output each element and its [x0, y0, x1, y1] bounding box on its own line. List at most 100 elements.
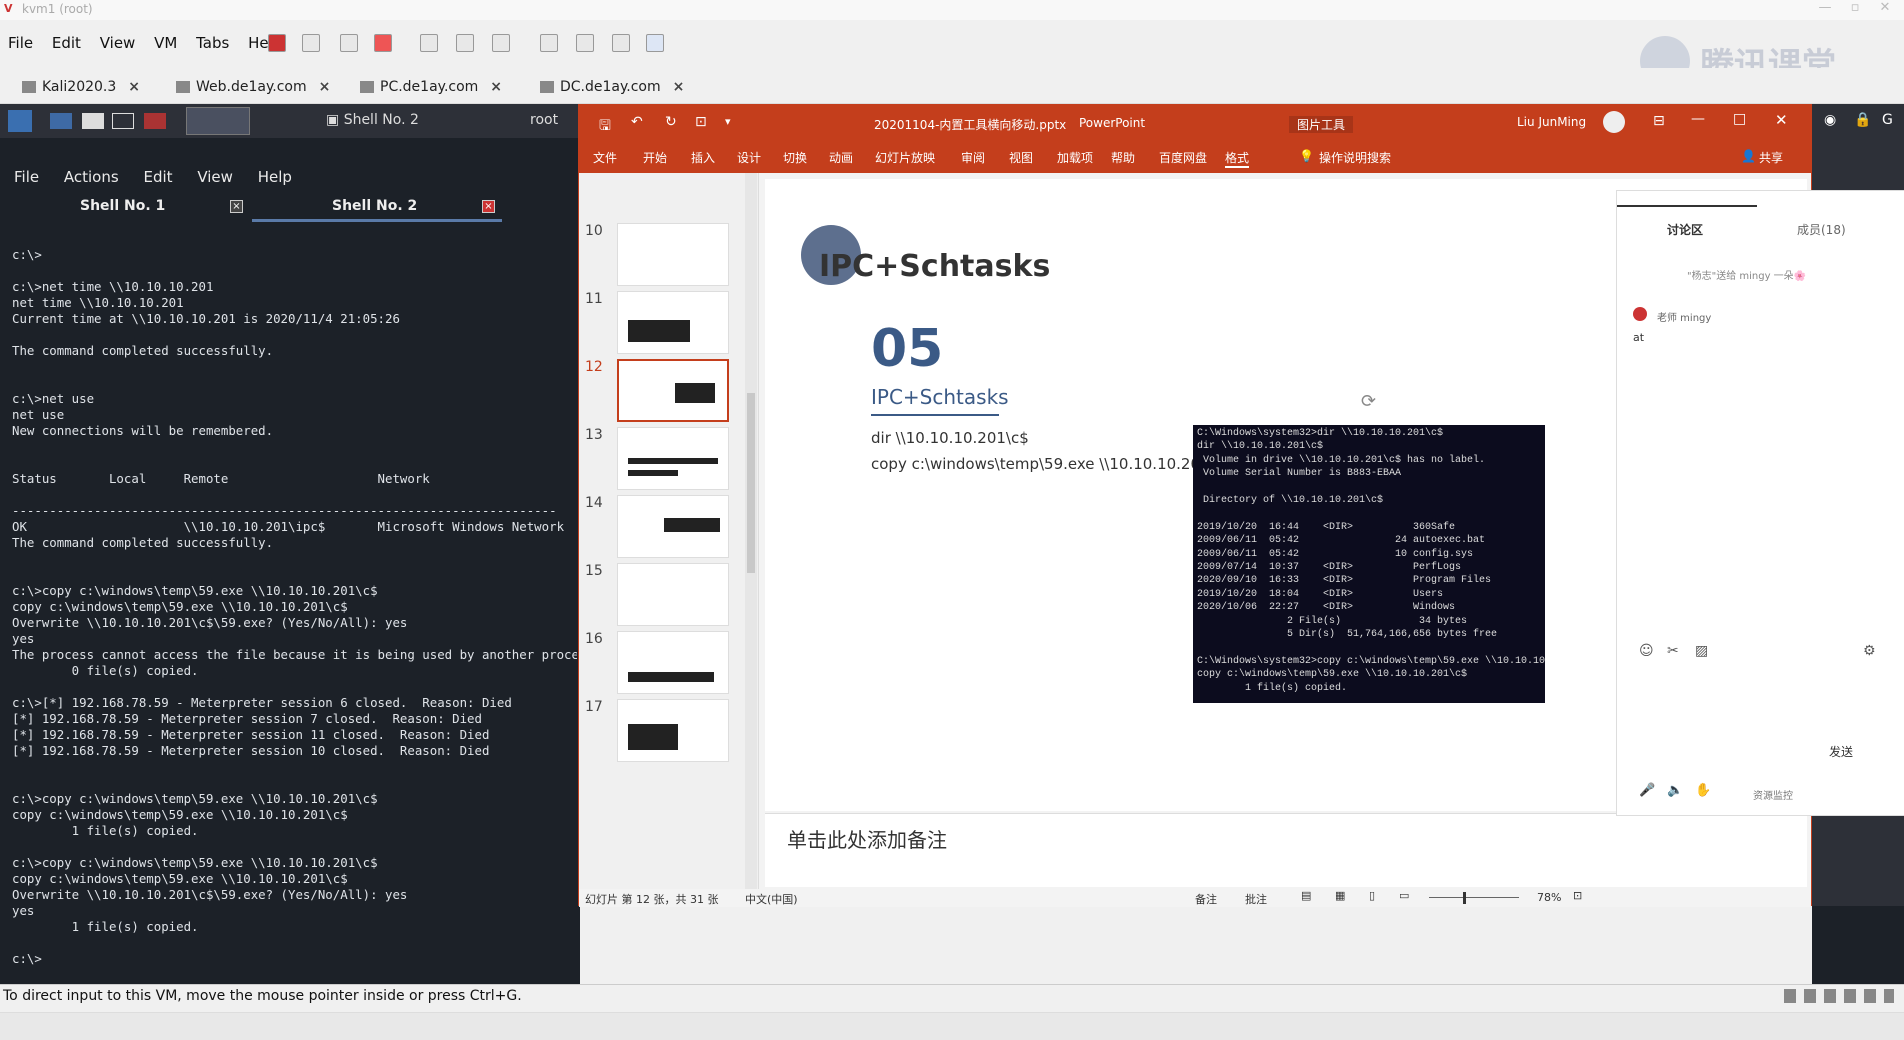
ribbon-tab-view[interactable]: 视图 [1009, 149, 1033, 166]
speaker-icon[interactable]: 🔈 [1667, 783, 1683, 798]
panel-window-title[interactable]: ▣ Shell No. 2 [326, 112, 419, 128]
workspace-icon[interactable] [112, 113, 134, 129]
ribbon-tab-transitions[interactable]: 切换 [783, 149, 807, 166]
notes-toggle[interactable]: 备注 [1195, 891, 1217, 907]
send-button[interactable]: 发送 [1829, 743, 1853, 760]
slide-thumbnail-selected[interactable] [617, 359, 729, 422]
panel-root-title[interactable]: root [530, 112, 558, 128]
settings-icon[interactable] [492, 34, 510, 52]
close-tab-icon[interactable]: × [490, 79, 502, 95]
terminal-menu-view[interactable]: View [197, 168, 233, 186]
network-icon[interactable]: ◉ [1824, 112, 1836, 128]
close-tab-icon[interactable]: × [128, 79, 140, 95]
vm-tab-web[interactable]: Web.de1ay.com × [176, 76, 330, 98]
app-icon[interactable] [144, 113, 166, 129]
tab-shell-1[interactable]: Shell No. 1 [80, 198, 165, 214]
menu-view[interactable]: View [100, 28, 136, 58]
fit-slide-icon[interactable]: ⊡ [1573, 889, 1582, 902]
zoom-slider[interactable] [1429, 897, 1519, 898]
lock-icon[interactable]: 🔒 [1854, 112, 1871, 128]
slideshow-icon[interactable]: ⊡ [695, 114, 707, 130]
menu-tabs[interactable]: Tabs [196, 28, 229, 58]
ribbon-tab-addins[interactable]: 加载项 [1057, 149, 1093, 166]
undo-icon[interactable]: ↶ [631, 114, 643, 130]
fullscreen-icon[interactable] [612, 34, 630, 52]
menu-edit[interactable]: Edit [52, 28, 81, 58]
tab-discussion[interactable]: 讨论区 [1667, 221, 1703, 238]
terminal-menu-edit[interactable]: Edit [143, 168, 172, 186]
snapshot-icon[interactable] [420, 34, 438, 52]
thumbnail-icon[interactable] [576, 34, 594, 52]
vm-tab-dc[interactable]: DC.de1ay.com × [540, 76, 684, 98]
ribbon-tab-review[interactable]: 审阅 [961, 149, 985, 166]
menu-vm[interactable]: VM [154, 28, 177, 58]
slideshow-view-icon[interactable]: ▭ [1399, 889, 1409, 902]
ribbon-display-icon[interactable]: ⊟ [1653, 113, 1665, 129]
settings-icon[interactable]: ⚙ [1863, 643, 1876, 659]
terminal-menu-file[interactable]: File [14, 168, 39, 186]
suspend-icon[interactable] [302, 34, 320, 52]
slide-thumbnail[interactable] [617, 427, 729, 490]
terminal-launcher-icon[interactable] [82, 113, 104, 129]
hand-icon[interactable]: ✋ [1695, 783, 1711, 798]
customize-qat-icon[interactable]: ▾ [725, 115, 731, 128]
mic-icon[interactable]: 🎤 [1639, 783, 1655, 798]
notes-pane[interactable]: 单击此处添加备注 [765, 813, 1807, 887]
tell-me-search[interactable]: 操作说明搜索 [1319, 149, 1391, 166]
share-button[interactable]: 共享 [1759, 149, 1783, 166]
cmd-screenshot-image[interactable]: C:\Windows\system32>dir \\10.10.10.201\c… [1193, 425, 1545, 703]
minimize-icon[interactable]: — [1691, 111, 1705, 127]
restore-icon[interactable]: □ [1733, 111, 1746, 127]
slide-section-number[interactable]: 05 [871, 319, 943, 379]
ppt-username[interactable]: Liu JunMing [1517, 115, 1586, 129]
image-icon[interactable]: ▨ [1695, 643, 1708, 659]
close-tab-icon[interactable]: × [319, 79, 331, 95]
terminal-menu-actions[interactable]: Actions [64, 168, 119, 186]
zoom-slider-thumb[interactable] [1463, 892, 1466, 904]
dropdown-icon[interactable] [340, 34, 358, 52]
close-shell-1-icon[interactable]: × [230, 200, 243, 213]
slide-thumbnail[interactable] [617, 631, 729, 694]
rotate-handle-icon[interactable]: ⟳ [1361, 391, 1376, 412]
terminal-output[interactable]: c:\> c:\>net time \\10.10.10.201 net tim… [12, 247, 577, 967]
vm-tab-kali[interactable]: Kali2020.3 × [22, 76, 140, 98]
ribbon-tab-design[interactable]: 设计 [737, 149, 761, 166]
revert-icon[interactable] [374, 34, 392, 52]
slide-thumbnail[interactable] [617, 291, 729, 354]
vm-tab-pc[interactable]: PC.de1ay.com × [360, 76, 502, 98]
slide-thumbnail[interactable] [617, 699, 729, 762]
ribbon-tab-format[interactable]: 格式 [1225, 149, 1250, 168]
vm-horizontal-scrollbar[interactable] [0, 1012, 1904, 1040]
slide-title[interactable]: IPC+Schtasks [819, 249, 1050, 284]
ribbon-tab-file[interactable]: 文件 [593, 149, 617, 166]
reading-view-icon[interactable]: ▯ [1369, 889, 1375, 902]
slide-body-line-2[interactable]: copy c:\windows\temp\59.exe \\10.10.10.2… [871, 455, 1232, 473]
terminal-menu-help[interactable]: Help [258, 168, 292, 186]
slide-thumbnail[interactable] [617, 495, 729, 558]
comments-toggle[interactable]: 批注 [1245, 891, 1267, 907]
close-icon[interactable]: ✕ [1870, 0, 1900, 20]
scissors-icon[interactable]: ✂ [1667, 643, 1679, 659]
menu-file[interactable]: File [8, 28, 33, 58]
close-shell-2-icon[interactable]: × [482, 200, 495, 213]
avatar[interactable] [1603, 111, 1625, 133]
ribbon-tab-slideshow[interactable]: 幻灯片放映 [875, 149, 935, 166]
ribbon-tab-home[interactable]: 开始 [643, 149, 667, 166]
ribbon-tab-insert[interactable]: 插入 [691, 149, 715, 166]
close-tab-icon[interactable]: × [673, 79, 685, 95]
thumbnail-scroll-thumb[interactable] [747, 393, 755, 573]
redo-icon[interactable]: ↻ [665, 114, 677, 130]
sidebar-icon[interactable] [540, 34, 558, 52]
slide-thumbnail[interactable] [617, 563, 729, 626]
ribbon-tab-baidu[interactable]: 百度网盘 [1159, 149, 1207, 166]
slide-body-line-1[interactable]: dir \\10.10.10.201\c$ [871, 429, 1029, 447]
power-menu-icon[interactable]: G [1882, 112, 1893, 128]
files-icon[interactable] [50, 113, 72, 129]
resource-monitor[interactable]: 资源监控 [1753, 787, 1793, 802]
ribbon-tab-help[interactable]: 帮助 [1111, 149, 1135, 166]
slide-sorter-icon[interactable]: ▦ [1335, 889, 1345, 902]
status-language[interactable]: 中文(中国) [745, 891, 798, 907]
maximize-icon[interactable]: ▫ [1840, 0, 1870, 20]
normal-view-icon[interactable]: ▤ [1301, 889, 1311, 902]
slide-subtitle[interactable]: IPC+Schtasks [871, 385, 1009, 409]
